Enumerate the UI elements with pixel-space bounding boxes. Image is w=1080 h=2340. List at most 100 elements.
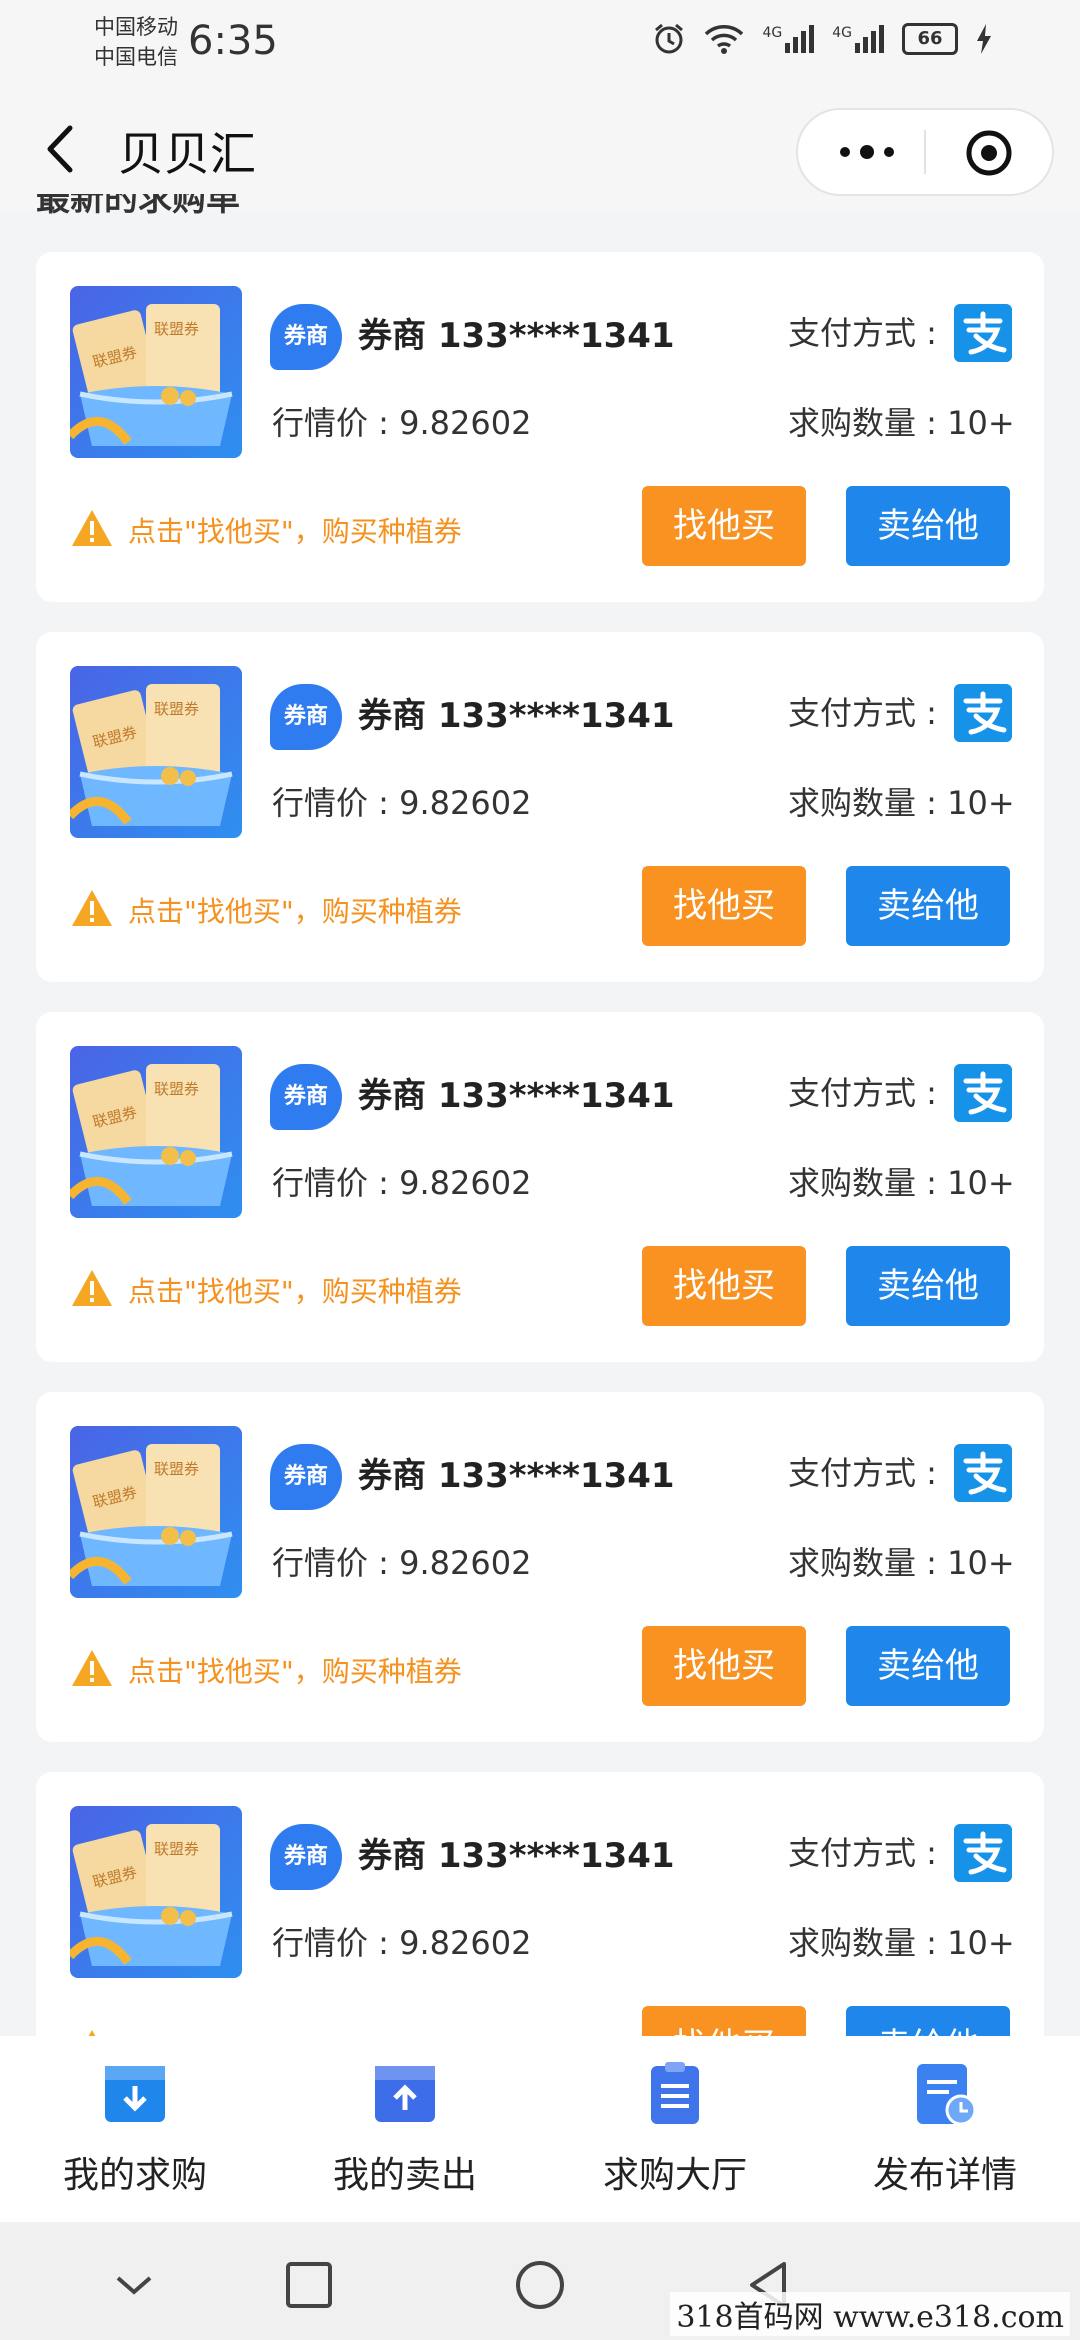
capsule-divider <box>924 130 926 174</box>
buy-from-him-button[interactable]: 找他买 <box>642 866 806 946</box>
clipboard-list-icon <box>651 2062 699 2124</box>
warning-icon <box>72 1270 112 1306</box>
buy-from-him-button[interactable]: 找他买 <box>642 1246 806 1326</box>
tab-my-sales[interactable]: 我的卖出 <box>270 2036 540 2222</box>
thumb-label-2: 联盟券 <box>154 1080 199 1098</box>
title-bar: 贝贝汇 <box>0 90 1080 210</box>
network-label-1: 4G <box>762 25 783 41</box>
purchase-quantity: 求购数量 : 10+ <box>788 1544 1015 1582</box>
merchant-name: 券商 133****1341 <box>358 1456 675 1496</box>
watermark: 318首码网 www.e318.com <box>670 2292 1070 2336</box>
buy-from-him-button[interactable]: 找他买 <box>642 1626 806 1706</box>
tip-text: 点击"找他买"，购买种植券 <box>128 1655 462 1688</box>
system-icons: 4G 4G 66 <box>652 22 992 56</box>
sell-to-him-button[interactable]: 卖给他 <box>846 486 1010 566</box>
alipay-icon <box>954 1444 1012 1502</box>
thumb-label-2: 联盟券 <box>154 320 199 338</box>
inbox-upload-icon <box>375 2066 435 2122</box>
purchase-card: 联盟券 联盟券 券商 券商 133****1341 行情价 : 9.82602 … <box>36 252 1044 602</box>
clock: 6:35 <box>188 18 278 64</box>
market-price: 行情价 : 9.82602 <box>272 404 532 442</box>
merchant-badge: 券商 <box>270 1064 342 1130</box>
signal-icon-1: 4G <box>762 25 815 53</box>
recent-apps-square-icon[interactable] <box>278 2256 338 2316</box>
more-dots-icon[interactable] <box>832 128 902 176</box>
warning-icon <box>72 1650 112 1686</box>
coupon-thumbnail: 联盟券 联盟券 <box>70 1046 242 1218</box>
purchase-quantity: 求购数量 : 10+ <box>788 784 1015 822</box>
merchant-name: 券商 133****1341 <box>358 1836 675 1876</box>
coupon-thumbnail: 联盟券 联盟券 <box>70 1426 242 1598</box>
coupon-thumbnail: 联盟券 联盟券 <box>70 286 242 458</box>
carrier-2: 中国电信 <box>94 45 178 69</box>
page-title: 贝贝汇 <box>118 127 256 181</box>
market-price: 行情价 : 9.82602 <box>272 1544 532 1582</box>
tab-label: 我的卖出 <box>332 2155 477 2196</box>
close-miniprogram-icon[interactable] <box>964 128 1014 178</box>
tip-text: 点击"找他买"，购买种植券 <box>128 1275 462 1308</box>
purchase-card: 联盟券 联盟券 券商 券商 133****1341 行情价 : 9.82602 … <box>36 1392 1044 1742</box>
signal-icon-2: 4G <box>832 25 884 53</box>
market-price: 行情价 : 9.82602 <box>272 1164 532 1202</box>
network-label-2: 4G <box>832 25 852 41</box>
sell-to-him-button[interactable]: 卖给他 <box>846 1626 1010 1706</box>
alipay-icon <box>954 684 1012 742</box>
tab-purchase-hall[interactable]: 求购大厅 <box>540 2036 810 2222</box>
tip-text: 点击"找他买"，购买种植券 <box>128 515 462 548</box>
payment-method-label: 支付方式 : <box>788 1454 937 1492</box>
payment-method-label: 支付方式 : <box>788 694 937 732</box>
payment-method-label: 支付方式 : <box>788 314 937 352</box>
section-heading-clipped: 最新的求购单 <box>36 194 240 214</box>
alipay-icon <box>954 1064 1012 1122</box>
market-price: 行情价 : 9.82602 <box>272 1924 532 1962</box>
tab-label: 发布详情 <box>872 2155 1017 2196</box>
home-circle-icon[interactable] <box>510 2256 570 2316</box>
merchant-badge: 券商 <box>270 1444 342 1510</box>
purchase-card: 联盟券 联盟券 券商 券商 133****1341 行情价 : 9.82602 … <box>36 1012 1044 1362</box>
coupon-illustration: 联盟券 联盟券 <box>70 1046 242 1218</box>
tab-my-purchases[interactable]: 我的求购 <box>0 2036 270 2222</box>
merchant-name: 券商 133****1341 <box>358 696 675 736</box>
thumb-label-2: 联盟券 <box>154 700 199 718</box>
tab-label: 求购大厅 <box>602 2155 747 2196</box>
purchase-quantity: 求购数量 : 10+ <box>788 1164 1015 1202</box>
tip-text: 点击"找他买"，购买种植券 <box>128 895 462 928</box>
wifi-icon <box>705 25 744 54</box>
system-nav-bar: 318首码网 www.e318.com <box>0 2222 1080 2340</box>
merchant-badge: 券商 <box>270 684 342 750</box>
payment-method-label: 支付方式 : <box>788 1074 937 1112</box>
merchant-badge: 券商 <box>270 1824 342 1890</box>
merchant-name: 券商 133****1341 <box>358 1076 675 1116</box>
chevron-down-icon[interactable] <box>104 2256 164 2316</box>
status-bar: 中国移动 中国电信 6:35 4G 4G 66 <box>0 0 1080 90</box>
carrier-1: 中国移动 <box>94 15 178 39</box>
back-arrow-icon[interactable] <box>40 124 80 174</box>
purchase-card: 联盟券 联盟券 券商 券商 133****1341 行情价 : 9.82602 … <box>36 632 1044 982</box>
coupon-thumbnail: 联盟券 联盟券 <box>70 666 242 838</box>
buy-from-him-button[interactable]: 找他买 <box>642 486 806 566</box>
battery-icon: 66 <box>902 23 958 55</box>
warning-icon <box>72 890 112 926</box>
alipay-icon <box>954 304 1012 362</box>
purchase-quantity: 求购数量 : 10+ <box>788 404 1015 442</box>
purchase-list: 联盟券 联盟券 券商 券商 133****1341 行情价 : 9.82602 … <box>36 252 1044 2152</box>
tab-publish-details[interactable]: 发布详情 <box>810 2036 1080 2222</box>
document-clock-icon <box>917 2064 977 2126</box>
warning-icon <box>72 510 112 546</box>
payment-method-label: 支付方式 : <box>788 1834 937 1872</box>
coupon-thumbnail: 联盟券 联盟券 <box>70 1806 242 1978</box>
merchant-name: 券商 133****1341 <box>358 316 675 356</box>
alipay-icon <box>954 1824 1012 1882</box>
coupon-illustration: 联盟券 联盟券 <box>70 1426 242 1598</box>
merchant-badge: 券商 <box>270 304 342 370</box>
carrier-info: 中国移动 中国电信 <box>94 12 178 72</box>
sell-to-him-button[interactable]: 卖给他 <box>846 866 1010 946</box>
bottom-tab-bar: 我的求购 我的卖出 求购大厅 发布详情 <box>0 2036 1080 2222</box>
thumb-label-2: 联盟券 <box>154 1460 199 1478</box>
market-price: 行情价 : 9.82602 <box>272 784 532 822</box>
coupon-illustration: 联盟券 联盟券 <box>70 1806 242 1978</box>
alarm-icon <box>655 23 684 54</box>
inbox-download-icon <box>105 2066 165 2122</box>
sell-to-him-button[interactable]: 卖给他 <box>846 1246 1010 1326</box>
miniprogram-capsule <box>796 108 1054 196</box>
